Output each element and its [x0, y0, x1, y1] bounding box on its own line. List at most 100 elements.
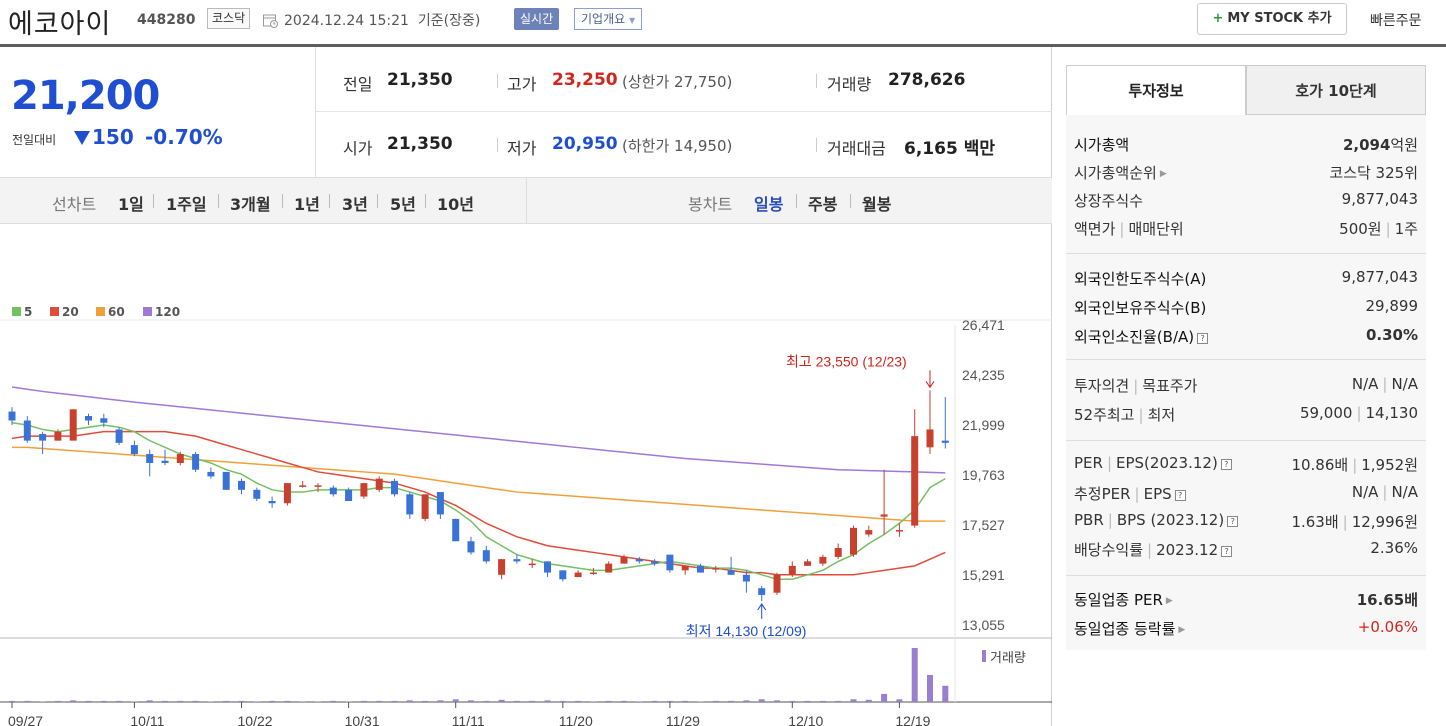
info-label: 동일업종 등락률 ▶ [1074, 620, 1186, 638]
toolbar-separator [796, 194, 797, 208]
x-tick-label: 12/19 [895, 713, 930, 726]
candle-body [176, 454, 184, 463]
volume-bar [682, 700, 689, 702]
stats-divider [497, 74, 498, 88]
info-tabs: 투자정보 호가 10단계 [1066, 65, 1426, 115]
volume-bar [498, 699, 505, 702]
volume-bar [513, 700, 520, 702]
volume-bar [881, 693, 888, 702]
volume-bar [712, 700, 719, 702]
candle-body [788, 565, 796, 575]
info-value: 코스닥 325위 [1329, 164, 1418, 182]
candle-body [559, 570, 567, 580]
volume-bar [223, 700, 230, 702]
candle-body [130, 445, 138, 455]
period-1w[interactable]: 1주일 [166, 191, 207, 215]
volume-bar [636, 701, 643, 702]
candle-body [651, 561, 659, 564]
volume-bar [24, 700, 31, 702]
info-value: 9,877,043 [1341, 268, 1418, 286]
ma20-line [11, 430, 946, 576]
low-annotation: 최저 14,130 (12/09) [686, 623, 807, 639]
volume-value: 278,626 [888, 70, 966, 90]
candle-body [804, 561, 812, 566]
volume-bar [116, 700, 123, 702]
info-row-industry-change[interactable]: 동일업종 등락률 ▶ +0.06% [1074, 615, 1418, 639]
candle-body [758, 588, 766, 595]
company-overview-dropdown[interactable]: 기업개요 ▼ [574, 8, 643, 30]
volume-bar [575, 700, 582, 702]
volume-bar [70, 700, 77, 702]
info-value: 10.86배 | 1,952원 [1291, 456, 1418, 474]
help-icon[interactable]: ? [1197, 333, 1209, 344]
info-value: 1.63배 | 12,996원 [1291, 513, 1418, 531]
candle-body [23, 420, 31, 441]
info-row-market-cap-rank[interactable]: 시가총액순위 ▶ 코스닥 325위 [1074, 159, 1418, 183]
quote-datetime: 2024.12.24 15:21 기준(장중) [284, 13, 481, 29]
price-chart[interactable]: 5 20 60 120 26,471 24,235 21,999 19,763 17,5… [0, 225, 1052, 726]
x-tick-label: 11/11 [452, 713, 485, 726]
toolbar-separator [850, 194, 851, 208]
info-label: 외국인보유주식수(B) [1074, 299, 1207, 317]
line-chart-label: 선차트 [52, 195, 97, 214]
volume-bar [437, 700, 444, 702]
candle-body [192, 454, 200, 470]
candle-body [299, 485, 307, 487]
volume-bar [850, 699, 857, 702]
period-3m[interactable]: 3개월 [230, 191, 271, 215]
prev-close-label: 전일 [343, 75, 373, 94]
open-value: 21,350 [387, 134, 453, 154]
candle-body [513, 559, 521, 562]
candle-body [865, 530, 873, 535]
chart-toolbar: 선차트 1일 1주일 3개월 1년 3년 5년 10년 봉차트 일봉 주봉 월봉 [0, 177, 1052, 224]
period-3y[interactable]: 3년 [342, 191, 368, 215]
info-divider [1066, 359, 1426, 360]
candle-monthly[interactable]: 월봉 [862, 191, 891, 215]
realtime-button[interactable]: 실시간 [514, 8, 560, 30]
open-label: 시가 [343, 139, 373, 158]
stats-divider [816, 74, 817, 88]
candle-body [39, 433, 47, 441]
help-icon[interactable]: ? [1174, 490, 1186, 501]
high-label: 고가 [507, 75, 537, 94]
period-5y[interactable]: 5년 [390, 191, 416, 215]
info-row-foreign-limit: 외국인한도주식수(A) 9,877,043 [1074, 265, 1418, 289]
candle-body [115, 429, 123, 443]
prev-close-value: 21,350 [387, 70, 453, 90]
candle-body [574, 572, 582, 578]
help-icon[interactable]: ? [1227, 516, 1239, 527]
price-change: 150 [74, 125, 134, 149]
volume-bar [54, 700, 61, 702]
volume-bar [651, 700, 658, 702]
candle-body [589, 572, 597, 575]
volume-bar [774, 700, 780, 702]
period-1y[interactable]: 1년 [294, 191, 320, 215]
info-row-industry-per[interactable]: 동일업종 PER ▶ 16.65배 [1074, 586, 1418, 610]
period-10y[interactable]: 10년 [437, 191, 474, 215]
info-label: 배당수익률 | 2023.12? [1074, 539, 1233, 560]
tab-investment-info[interactable]: 투자정보 [1066, 65, 1246, 115]
candle-body [283, 483, 291, 504]
info-row-par-value: 액면가 | 매매단위 500원 | 1주 [1074, 215, 1418, 239]
trade-value-label: 거래대금 [827, 139, 886, 158]
tab-orderbook-10[interactable]: 호가 10단계 [1246, 65, 1426, 115]
add-mystock-button[interactable]: + MY STOCK 추가 [1197, 3, 1347, 35]
volume-bar [330, 700, 337, 702]
candle-body [314, 485, 322, 487]
candle-daily[interactable]: 일봉 [754, 191, 783, 215]
help-icon[interactable]: ? [1221, 546, 1233, 557]
help-icon[interactable]: ? [1220, 459, 1232, 470]
candle-body [666, 554, 674, 571]
candle-body [819, 556, 827, 564]
volume-bar [376, 700, 383, 702]
candle-body [345, 489, 353, 502]
period-1d[interactable]: 1일 [118, 191, 144, 215]
info-value: 0.30% [1365, 326, 1418, 344]
volume-bar [621, 700, 627, 702]
volume-bar [743, 700, 750, 702]
calendar-icon [263, 14, 278, 28]
quick-order-link[interactable]: 빠른주문 [1370, 10, 1422, 30]
candle-weekly[interactable]: 주봉 [808, 191, 837, 215]
candle-body [69, 409, 77, 441]
stats-divider [816, 138, 817, 152]
